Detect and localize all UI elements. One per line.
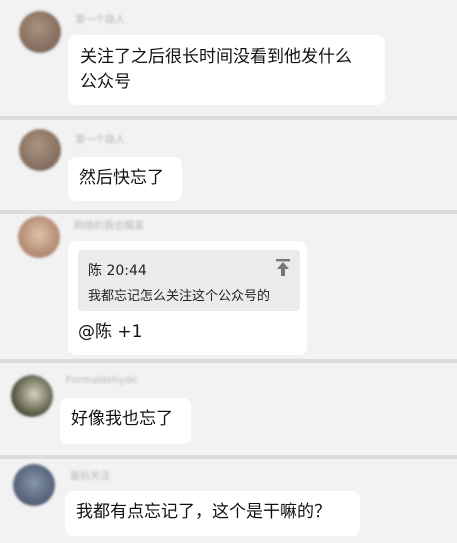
message-bubble[interactable]: 陈 20:44 我都忘记怎么关注这个公众号的 @陈 +1 <box>68 241 307 355</box>
quoted-message[interactable]: 陈 20:44 我都忘记怎么关注这个公众号的 <box>78 250 300 311</box>
message-item: 网络的我也模某 陈 20:44 我都忘记怎么关注这个公众号的 @陈 +1 <box>0 214 457 359</box>
message-bubble[interactable]: 然后快忘了 <box>68 157 182 201</box>
message-item: Formaldehyde 好像我也忘了 <box>0 363 457 455</box>
sender-name: 第一个路人 <box>75 15 125 26</box>
avatar[interactable] <box>18 216 60 258</box>
message-bubble[interactable]: 我都有点忘记了，这个是干嘛的？ <box>65 491 360 536</box>
pin-top-icon[interactable] <box>276 259 290 277</box>
message-text: @陈 +1 <box>78 322 143 342</box>
message-text: 我都有点忘记了，这个是干嘛的？ <box>76 502 331 522</box>
sender-name: 最后关注 <box>70 471 110 482</box>
message-item: 最后关注 我都有点忘记了，这个是干嘛的？ <box>0 459 457 543</box>
message-text-line: 公众号 <box>80 72 131 92</box>
message-item: 第一个路人 然后快忘了 <box>0 120 457 212</box>
avatar[interactable] <box>19 11 61 53</box>
message-text: 好像我也忘了 <box>71 409 173 429</box>
message-bubble[interactable]: 关注了之后很长时间没看到他发什么 公众号 <box>68 35 385 105</box>
message-item: 第一个路人 关注了之后很长时间没看到他发什么 公众号 <box>0 0 457 117</box>
sender-name: 第一个路人 <box>75 135 125 146</box>
avatar[interactable] <box>13 464 55 506</box>
quote-text: 我都忘记怎么关注这个公众号的 <box>88 289 271 304</box>
avatar[interactable] <box>11 375 53 417</box>
avatar[interactable] <box>19 129 61 171</box>
message-text-line: 关注了之后很长时间没看到他发什么 <box>80 47 352 67</box>
message-text: 然后快忘了 <box>79 168 164 188</box>
quote-author-time: 陈 20:44 <box>88 263 147 279</box>
sender-name: Formaldehyde <box>66 375 138 386</box>
sender-name: 网络的我也模某 <box>74 221 144 232</box>
message-bubble[interactable]: 好像我也忘了 <box>60 398 191 444</box>
